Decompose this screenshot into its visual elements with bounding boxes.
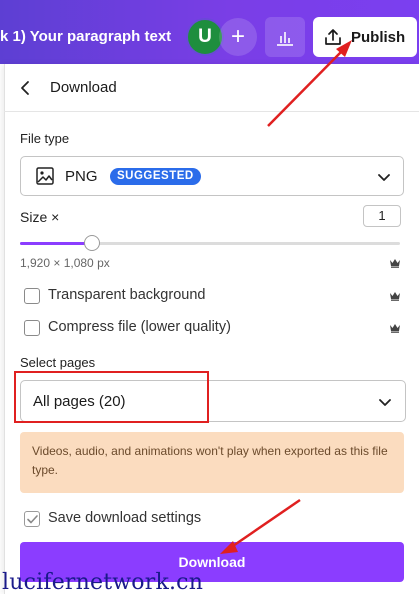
size-label: Size ×	[20, 209, 60, 225]
chevron-down-icon	[379, 399, 391, 406]
transparent-background-checkbox[interactable]	[24, 288, 40, 304]
size-input[interactable]: 1	[363, 205, 401, 227]
publish-button[interactable]: Publish	[313, 17, 417, 57]
crown-icon	[390, 292, 400, 301]
save-settings-checkbox[interactable]	[24, 511, 40, 527]
chevron-down-icon	[378, 174, 390, 181]
warning-message: Videos, audio, and animations won't play…	[20, 432, 404, 493]
download-label: Download	[178, 554, 246, 570]
upload-icon	[325, 29, 341, 45]
image-icon	[36, 167, 54, 185]
bar-chart-icon	[277, 32, 293, 46]
file-type-value: PNG	[65, 168, 98, 185]
save-settings-label: Save download settings	[48, 510, 202, 526]
transparent-background-label: Transparent background	[48, 287, 206, 303]
file-type-label: File type	[20, 131, 70, 146]
annotation-highlight-box	[14, 371, 209, 423]
checkmark-icon	[26, 514, 38, 523]
watermark: lucifernetwork.cn	[2, 570, 204, 594]
size-slider-fill	[20, 242, 93, 245]
select-pages-label: Select pages	[20, 355, 96, 370]
suggested-badge: SUGGESTED	[110, 168, 201, 185]
plus-icon: +	[230, 23, 245, 50]
back-chevron-icon[interactable]	[18, 80, 34, 96]
crown-icon	[390, 324, 400, 333]
insights-button[interactable]	[265, 17, 305, 57]
add-collaborator-button[interactable]: +	[219, 18, 257, 56]
compress-file-label: Compress file (lower quality)	[48, 319, 231, 335]
panel-title: Download	[50, 79, 117, 96]
document-title[interactable]: k 1) Your paragraph text	[0, 28, 171, 45]
publish-label: Publish	[351, 28, 406, 46]
crown-icon	[390, 259, 400, 268]
compress-file-checkbox[interactable]	[24, 320, 40, 336]
dimensions-text: 1,920 × 1,080 px	[20, 256, 110, 270]
